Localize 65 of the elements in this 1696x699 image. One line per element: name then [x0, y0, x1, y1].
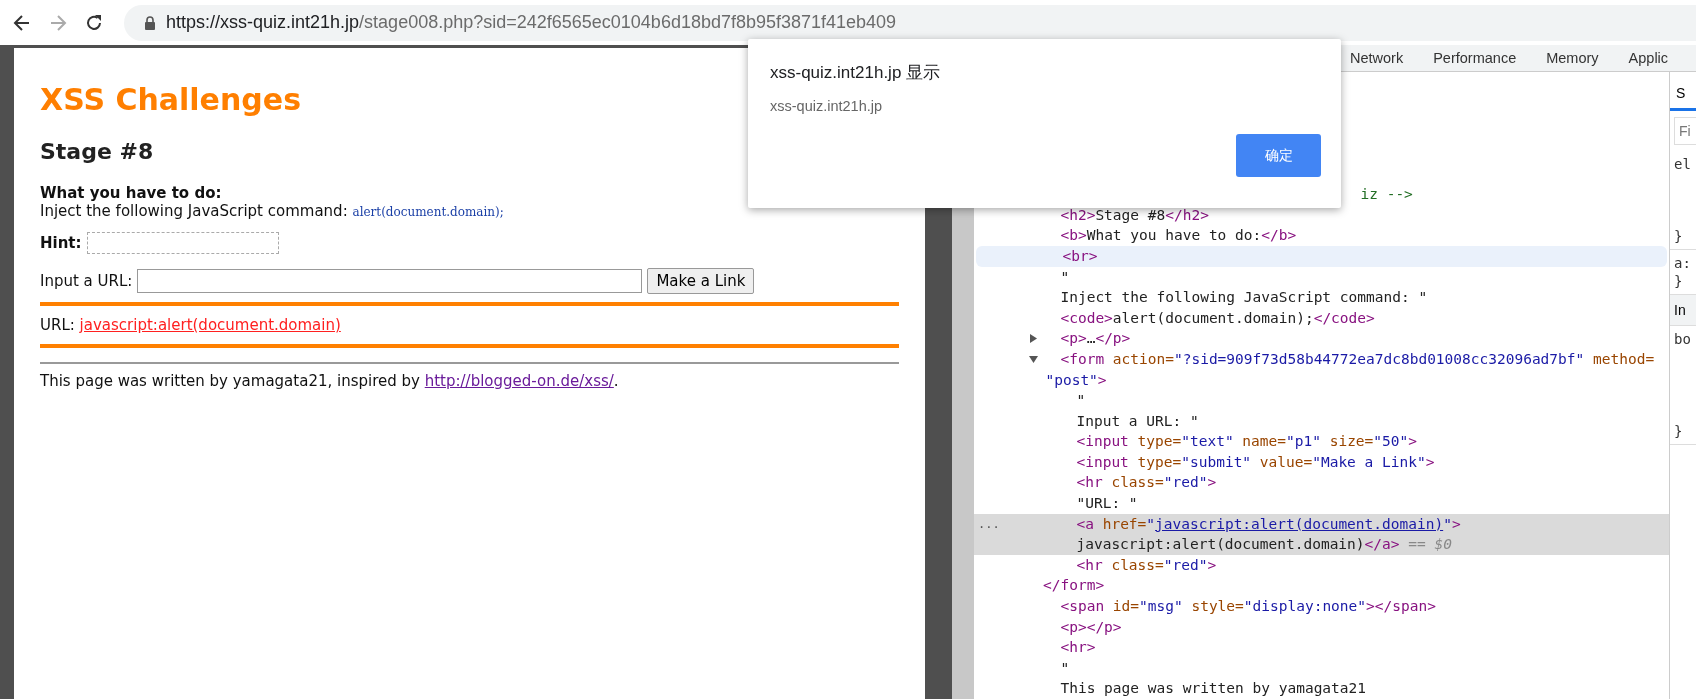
- make-link-button[interactable]: Make a Link: [647, 268, 755, 294]
- code-line: <input type="submit" value="Make a Link">: [1076, 453, 1435, 470]
- code-line: <code>alert(document.domain);</code>: [1060, 309, 1375, 326]
- url-host: https://xss-quiz.int21h.jp: [166, 12, 360, 32]
- style-rule-text: a:: [1674, 254, 1692, 273]
- row-highlight[interactable]: javascript:alert(document.domain)</a> == $0: [974, 534, 1669, 555]
- devtools-tab[interactable]: Memory: [1531, 50, 1614, 67]
- expand-triangle-icon[interactable]: [1029, 334, 1038, 344]
- back-arrow-icon[interactable]: [12, 12, 32, 33]
- code-line: </form>: [1043, 577, 1105, 594]
- code-line: "post">: [1045, 371, 1107, 388]
- code-line: ": [1060, 268, 1070, 285]
- more-icon[interactable]: ...: [978, 513, 1000, 535]
- address-bar[interactable]: https://xss-quiz.int21h.jp/stage008.php?sid=242f6565ec0104b6d18bd7f8b95f3871f41eb409: [124, 4, 1696, 41]
- code-line: <br>: [1062, 247, 1098, 264]
- code-line: "URL: ": [1076, 495, 1138, 512]
- code-line: <b>What you have to do:</b>: [1060, 227, 1297, 244]
- style-rule-text: bo: [1674, 330, 1692, 349]
- dialog-message: xss-quiz.int21h.jp: [770, 98, 884, 114]
- code-line: This page was written by yamagata21: [1060, 680, 1366, 697]
- code-line: ": [1060, 659, 1070, 676]
- url-label: Input a URL:: [40, 272, 133, 290]
- code-line: <input type="text" name="p1" size="50">: [1076, 433, 1417, 450]
- code-line: <hr class="red">: [1076, 556, 1217, 573]
- style-rule-text: }: [1674, 422, 1684, 441]
- task-text: Inject the following JavaScript command:: [40, 202, 348, 220]
- code-line: <p></p>: [1060, 618, 1122, 635]
- code-line: javascript:alert(document.domain)</a> == $0: [1076, 536, 1452, 553]
- url-input-field[interactable]: [137, 269, 643, 293]
- code-line: <hr class="red">: [1076, 474, 1217, 491]
- code-line: <h2>Stage #8</h2>: [1060, 206, 1209, 223]
- style-rule-text: el: [1674, 155, 1692, 174]
- url-path: /stage008.php?sid=242f6565ec0104b6d18bd7f8b95f3871f41eb409: [359, 12, 897, 32]
- code-line: <hr>: [1060, 639, 1096, 656]
- devtools-tab[interactable]: Applic: [1613, 50, 1669, 67]
- code-line: <span id="msg" style="display:none"></span>: [1060, 598, 1436, 615]
- filter-field[interactable]: Fi: [1674, 117, 1696, 146]
- row-highlight[interactable]: ... <a href="javascript:alert(document.domain)">: [974, 513, 1669, 535]
- footer-text: This page was written by yamagata21, inspired by http://blogged-on.de/xss/.: [40, 372, 620, 390]
- footer-link[interactable]: http://blogged-on.de/xss/: [424, 372, 614, 390]
- result-label: URL:: [40, 316, 75, 334]
- code-line: <a href="javascript:alert(document.domain)">: [1076, 515, 1461, 532]
- ok-button[interactable]: 确定: [1236, 134, 1321, 177]
- style-rule-text: }: [1674, 272, 1684, 291]
- page-title: XSS Challenges: [40, 82, 301, 117]
- reload-icon[interactable]: [84, 12, 104, 33]
- code-line: ": [1076, 392, 1086, 409]
- code-line: Input a URL: ": [1076, 412, 1199, 429]
- devtools-tab[interactable]: Performance: [1418, 50, 1532, 67]
- style-rule-text: }: [1674, 227, 1684, 246]
- row-highlight[interactable]: <br>: [976, 245, 1667, 267]
- dialog-title: xss-quiz.int21h.jp 显示: [770, 62, 942, 84]
- code-line: iz -->: [1360, 186, 1413, 203]
- code-line: Inject the following JavaScript command: ": [1060, 289, 1428, 306]
- result-link[interactable]: javascript:alert(document.domain): [79, 316, 341, 334]
- code-line: <form action="?sid=909f73d58b44772ea7dc8bd01008cc32096ad7bf" method=: [1060, 350, 1655, 367]
- styles-tab[interactable]: S: [1670, 80, 1696, 112]
- code-snippet: alert(document.domain);: [352, 205, 504, 219]
- stage-heading: Stage #8: [40, 139, 155, 164]
- hint-label: Hint:: [40, 234, 82, 252]
- code-line: <p>…</p>: [1060, 330, 1131, 347]
- task-label: What you have to do:: [40, 184, 223, 202]
- lock-icon: [144, 15, 156, 30]
- expand-triangle-icon[interactable]: [1029, 354, 1038, 364]
- section-header: In: [1670, 295, 1696, 327]
